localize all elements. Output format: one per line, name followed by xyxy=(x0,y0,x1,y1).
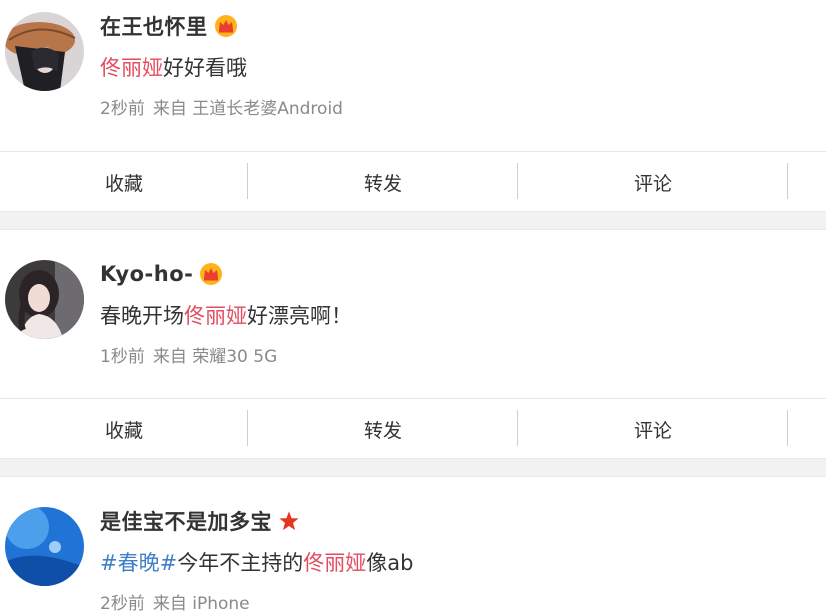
repost-label: 转发 xyxy=(363,172,402,195)
comment-label: 评论 xyxy=(633,419,672,442)
post-text-segment: 好好看哦 xyxy=(163,56,247,80)
action-bar: 收藏 转发 评论 xyxy=(0,151,826,212)
separator-band xyxy=(0,458,826,477)
avatar[interactable] xyxy=(5,507,84,586)
post-text: 佟丽娅好好看哦 xyxy=(100,52,247,82)
post-text-segment: 像ab xyxy=(366,551,414,575)
comment-button[interactable]: 评论 xyxy=(518,152,788,212)
post-text-segment: 春晚开场 xyxy=(100,304,184,328)
post-text: 春晚开场佟丽娅好漂亮啊！ xyxy=(100,300,352,330)
post-card: 是佳宝不是加多宝 #春晚#今年不主持的佟丽娅像ab 2秒前 来自 iPhone xyxy=(0,477,826,614)
keyword-highlight[interactable]: 佟丽娅 xyxy=(184,304,247,328)
repost-label: 转发 xyxy=(363,419,402,442)
avatar[interactable] xyxy=(5,260,84,339)
star-icon xyxy=(278,510,300,532)
comment-button[interactable]: 评论 xyxy=(518,399,788,459)
username-row: Kyo-ho- xyxy=(100,260,223,288)
keyword-highlight[interactable]: 佟丽娅 xyxy=(100,56,163,80)
repost-button[interactable]: 转发 xyxy=(248,152,518,212)
separator-band xyxy=(0,211,826,230)
divider xyxy=(787,163,788,199)
post-meta: 2秒前 来自 王道长老婆Android xyxy=(100,94,343,119)
post-time: 2秒前 xyxy=(100,594,145,614)
username[interactable]: Kyo-ho- xyxy=(100,262,193,286)
avatar[interactable] xyxy=(5,12,84,91)
crown-icon xyxy=(199,262,223,286)
post-text: #春晚#今年不主持的佟丽娅像ab xyxy=(100,547,413,577)
post-source: 来自 荣耀30 5G xyxy=(152,347,278,367)
comment-label: 评论 xyxy=(633,172,672,195)
post-meta: 1秒前 来自 荣耀30 5G xyxy=(100,342,277,367)
post-text-segment: 好漂亮啊！ xyxy=(247,304,352,328)
username-row: 在王也怀里 xyxy=(100,12,238,40)
username-row: 是佳宝不是加多宝 xyxy=(100,507,300,535)
username[interactable]: 在王也怀里 xyxy=(100,11,208,41)
hashtag-link[interactable]: #春晚# xyxy=(100,551,177,575)
crown-icon xyxy=(214,14,238,38)
keyword-highlight[interactable]: 佟丽娅 xyxy=(303,551,366,575)
favorite-button[interactable]: 收藏 xyxy=(0,399,248,459)
post-meta: 2秒前 来自 iPhone xyxy=(100,589,250,614)
post-card: 在王也怀里 佟丽娅好好看哦 2秒前 来自 王道长老婆Android xyxy=(0,0,826,151)
divider xyxy=(787,410,788,446)
username[interactable]: 是佳宝不是加多宝 xyxy=(100,506,272,536)
post-source: 来自 王道长老婆Android xyxy=(152,99,343,119)
favorite-label: 收藏 xyxy=(104,172,143,195)
action-bar: 收藏 转发 评论 xyxy=(0,398,826,459)
post-time: 1秒前 xyxy=(100,347,145,367)
favorite-label: 收藏 xyxy=(104,419,143,442)
post-text-segment: 今年不主持的 xyxy=(177,551,304,575)
post-source: 来自 iPhone xyxy=(152,594,250,614)
favorite-button[interactable]: 收藏 xyxy=(0,152,248,212)
post-card: Kyo-ho- 春晚开场佟丽娅好漂亮啊！ 1秒前 来自 荣耀30 5G xyxy=(0,230,826,398)
repost-button[interactable]: 转发 xyxy=(248,399,518,459)
post-time: 2秒前 xyxy=(100,99,145,119)
